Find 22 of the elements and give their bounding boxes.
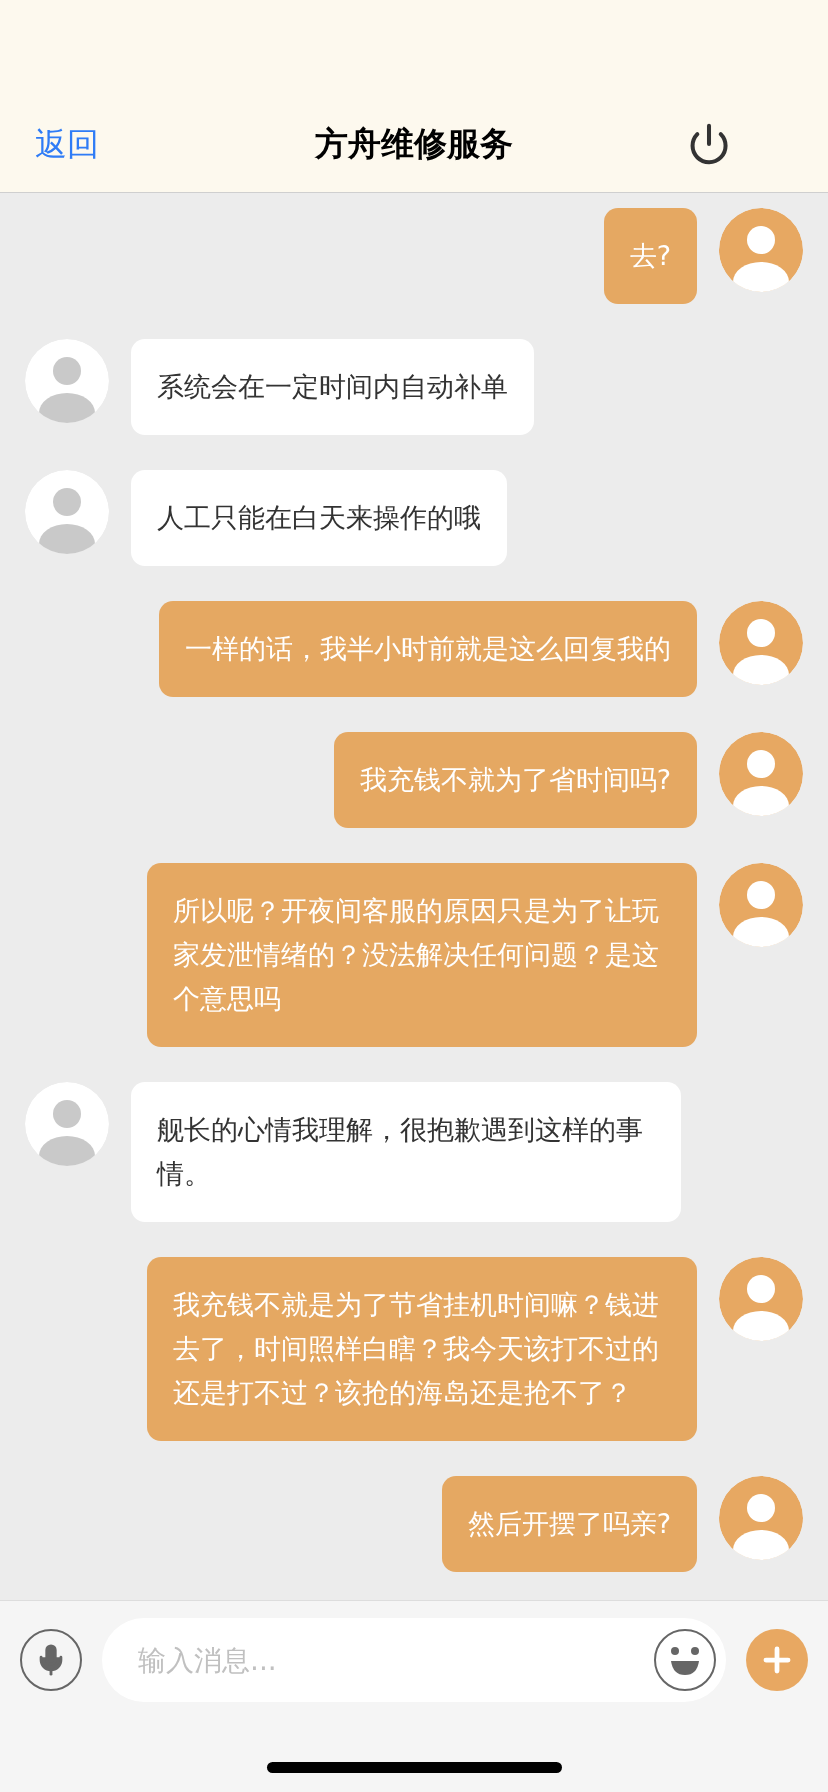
microphone-button[interactable]: [20, 1629, 82, 1691]
page-title: 方舟维修服务: [314, 123, 514, 166]
message-bubble: 我充钱不就为了省时间吗?: [333, 732, 697, 828]
message-bubble: 我充钱不就是为了节省挂机时间嘛？钱进去了，时间照样白瞎？我今天该打不过的还是打不过？该抢的海岛还是抢不了？: [147, 1257, 697, 1441]
avatar-icon: [25, 470, 109, 554]
avatar-icon: [25, 1082, 109, 1166]
message-bubble: 人工只能在白天来操作的哦: [131, 470, 507, 566]
back-link[interactable]: 返回: [35, 120, 215, 168]
message-input[interactable]: 输入消息...: [102, 1618, 726, 1702]
avatar-icon: [719, 863, 803, 947]
avatar-icon: [719, 601, 803, 685]
message-bubble: 系统会在一定时间内自动补单: [131, 339, 534, 435]
avatar-icon: [719, 1476, 803, 1560]
message-bubble: 一样的话，我半小时前就是这么回复我的: [159, 601, 697, 697]
avatar-icon: [719, 1257, 803, 1341]
avatar-icon: [719, 208, 803, 292]
message-bubble: 所以呢？开夜间客服的原因只是为了让玩家发泄情绪的？没法解决任何问题？是这个意思吗: [147, 863, 697, 1047]
message-bubble: 舰长的心情我理解，很抱歉遇到这样的事情。: [131, 1082, 681, 1222]
message-bubble: 然后开摆了吗亲?: [441, 1476, 697, 1572]
message-bubble: 去?: [603, 208, 697, 304]
avatar-icon: [25, 339, 109, 423]
avatar-icon: [719, 732, 803, 816]
